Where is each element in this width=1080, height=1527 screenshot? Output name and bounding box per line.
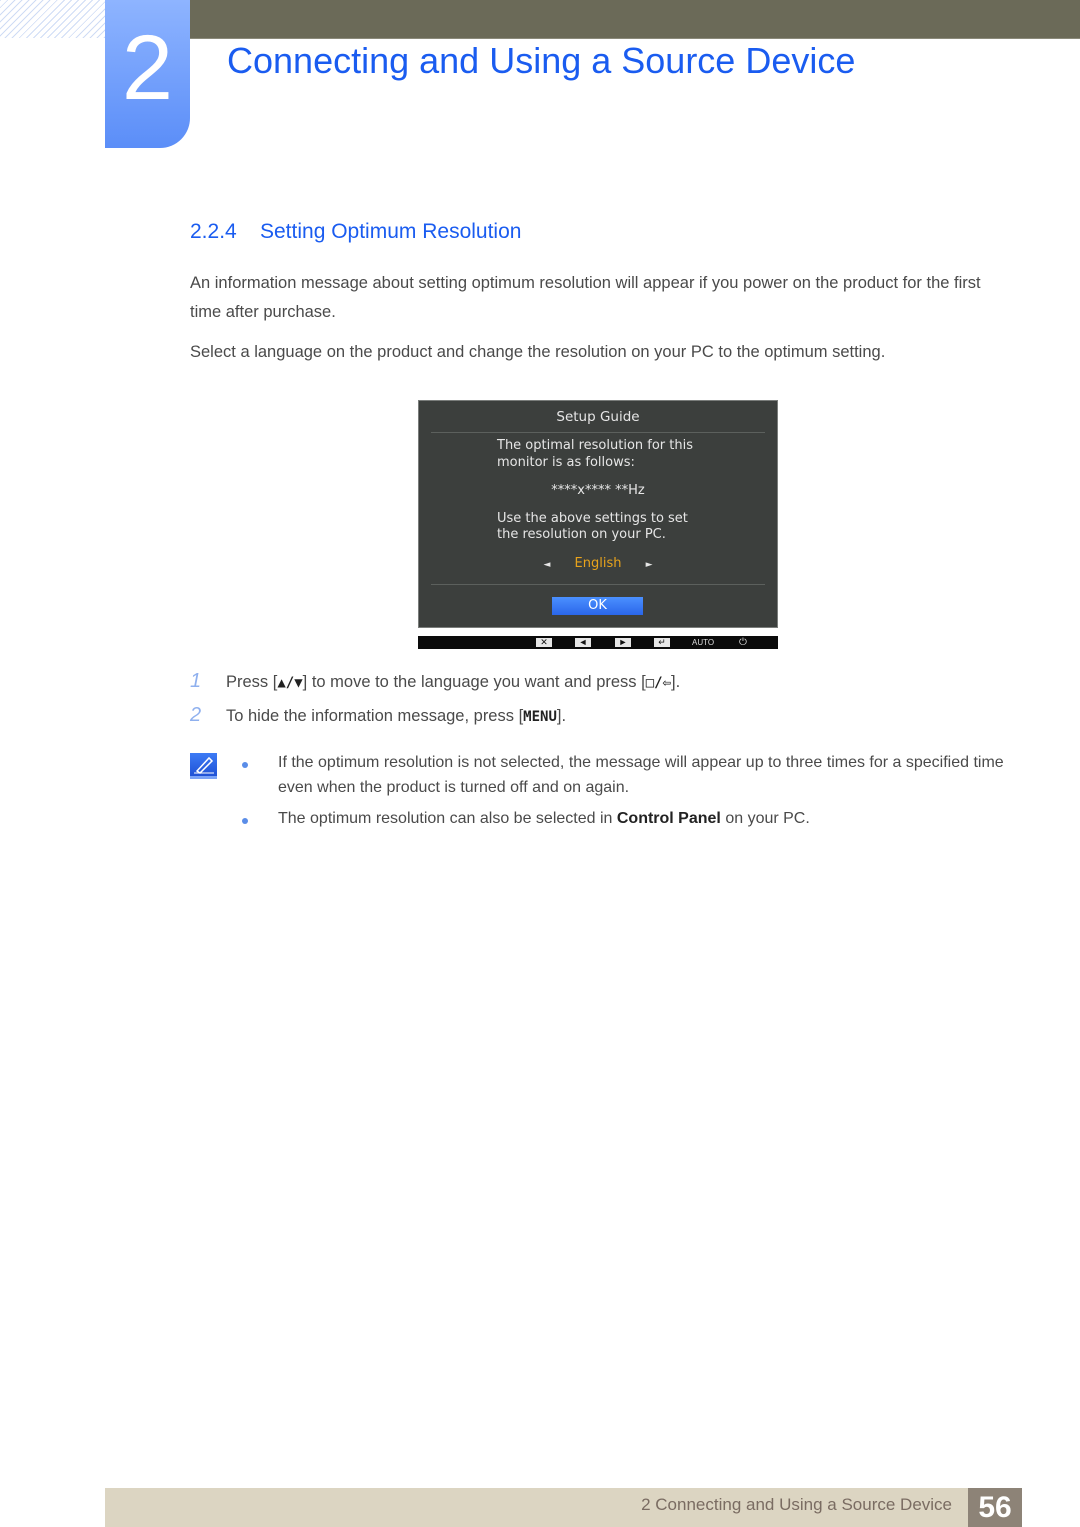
step-number: 2	[190, 704, 202, 726]
note-text: The optimum resolution can also be selec…	[278, 810, 617, 827]
note-item: If the optimum resolution is not selecte…	[278, 754, 1004, 796]
ok-button[interactable]: OK	[552, 597, 643, 615]
step-item: 1 Press [▲/▼] to move to the language you…	[190, 670, 680, 693]
osd-text-line: the resolution on your PC.	[497, 527, 666, 542]
menu-key-icon: MENU	[523, 709, 557, 725]
instruction-paragraph: Select a language on the product and cha…	[190, 343, 886, 361]
close-icon[interactable]: ✕	[536, 638, 552, 647]
language-value: English	[574, 556, 622, 571]
auto-button[interactable]: AUTO	[692, 638, 714, 647]
step-text: ].	[671, 673, 681, 691]
divider	[431, 432, 765, 433]
step-item: 2 To hide the information message, press …	[190, 704, 566, 727]
step-number: 1	[190, 670, 202, 692]
osd-text-line: monitor is as follows:	[497, 455, 635, 470]
control-panel-term: Control Panel	[616, 810, 721, 827]
power-icon[interactable]: ⏻	[739, 638, 747, 648]
note-item: The optimum resolution can also be selec…	[278, 806, 1013, 831]
note-text: on your PC.	[720, 810, 810, 827]
section-title: Setting Optimum Resolution	[260, 220, 522, 243]
bullet-icon	[242, 818, 248, 824]
language-selector[interactable]: ◄ English ►	[419, 556, 777, 571]
right-button-icon[interactable]: ►	[615, 638, 631, 647]
osd-text-line: Use the above settings to set	[497, 511, 688, 526]
osd-text-line: The optimal resolution for this	[497, 438, 693, 453]
header-bar	[190, 0, 1080, 39]
section-number: 2.2.4	[190, 220, 237, 243]
monitor-button-bar: ✕ ◄ ► ↵ AUTO ⏻	[418, 636, 778, 649]
page-number: 56	[968, 1488, 1022, 1527]
left-button-icon[interactable]: ◄	[575, 638, 591, 647]
source-enter-keys-icon: □/⇦	[645, 675, 672, 691]
note-pencil-icon	[190, 753, 217, 779]
up-down-keys-icon: ▲/▼	[277, 675, 303, 691]
section-heading: 2.2.4 Setting Optimum Resolution	[190, 220, 521, 244]
enter-icon[interactable]: ↵	[654, 638, 670, 647]
divider	[431, 584, 765, 585]
step-text: Press [	[226, 673, 278, 691]
chapter-number-tab: 2	[105, 0, 190, 148]
bullet-icon	[242, 762, 248, 768]
left-arrow-icon[interactable]: ◄	[543, 560, 550, 570]
step-text: ].	[556, 707, 567, 725]
footer-chapter-title: 2 Connecting and Using a Source Device	[641, 1495, 952, 1514]
decorative-hatch	[0, 0, 105, 38]
chapter-title: Connecting and Using a Source Device	[227, 40, 856, 81]
step-text: To hide the information message, press [	[226, 707, 524, 725]
right-arrow-icon[interactable]: ►	[646, 560, 653, 570]
resolution-value: ****x**** **Hz	[551, 483, 645, 498]
setup-guide-dialog: Setup Guide The optimal resolution for t…	[418, 400, 778, 628]
intro-paragraph: An information message about setting opt…	[190, 274, 981, 321]
step-text: ] to move to the language you want and p…	[302, 673, 646, 691]
osd-title: Setup Guide	[556, 409, 640, 425]
